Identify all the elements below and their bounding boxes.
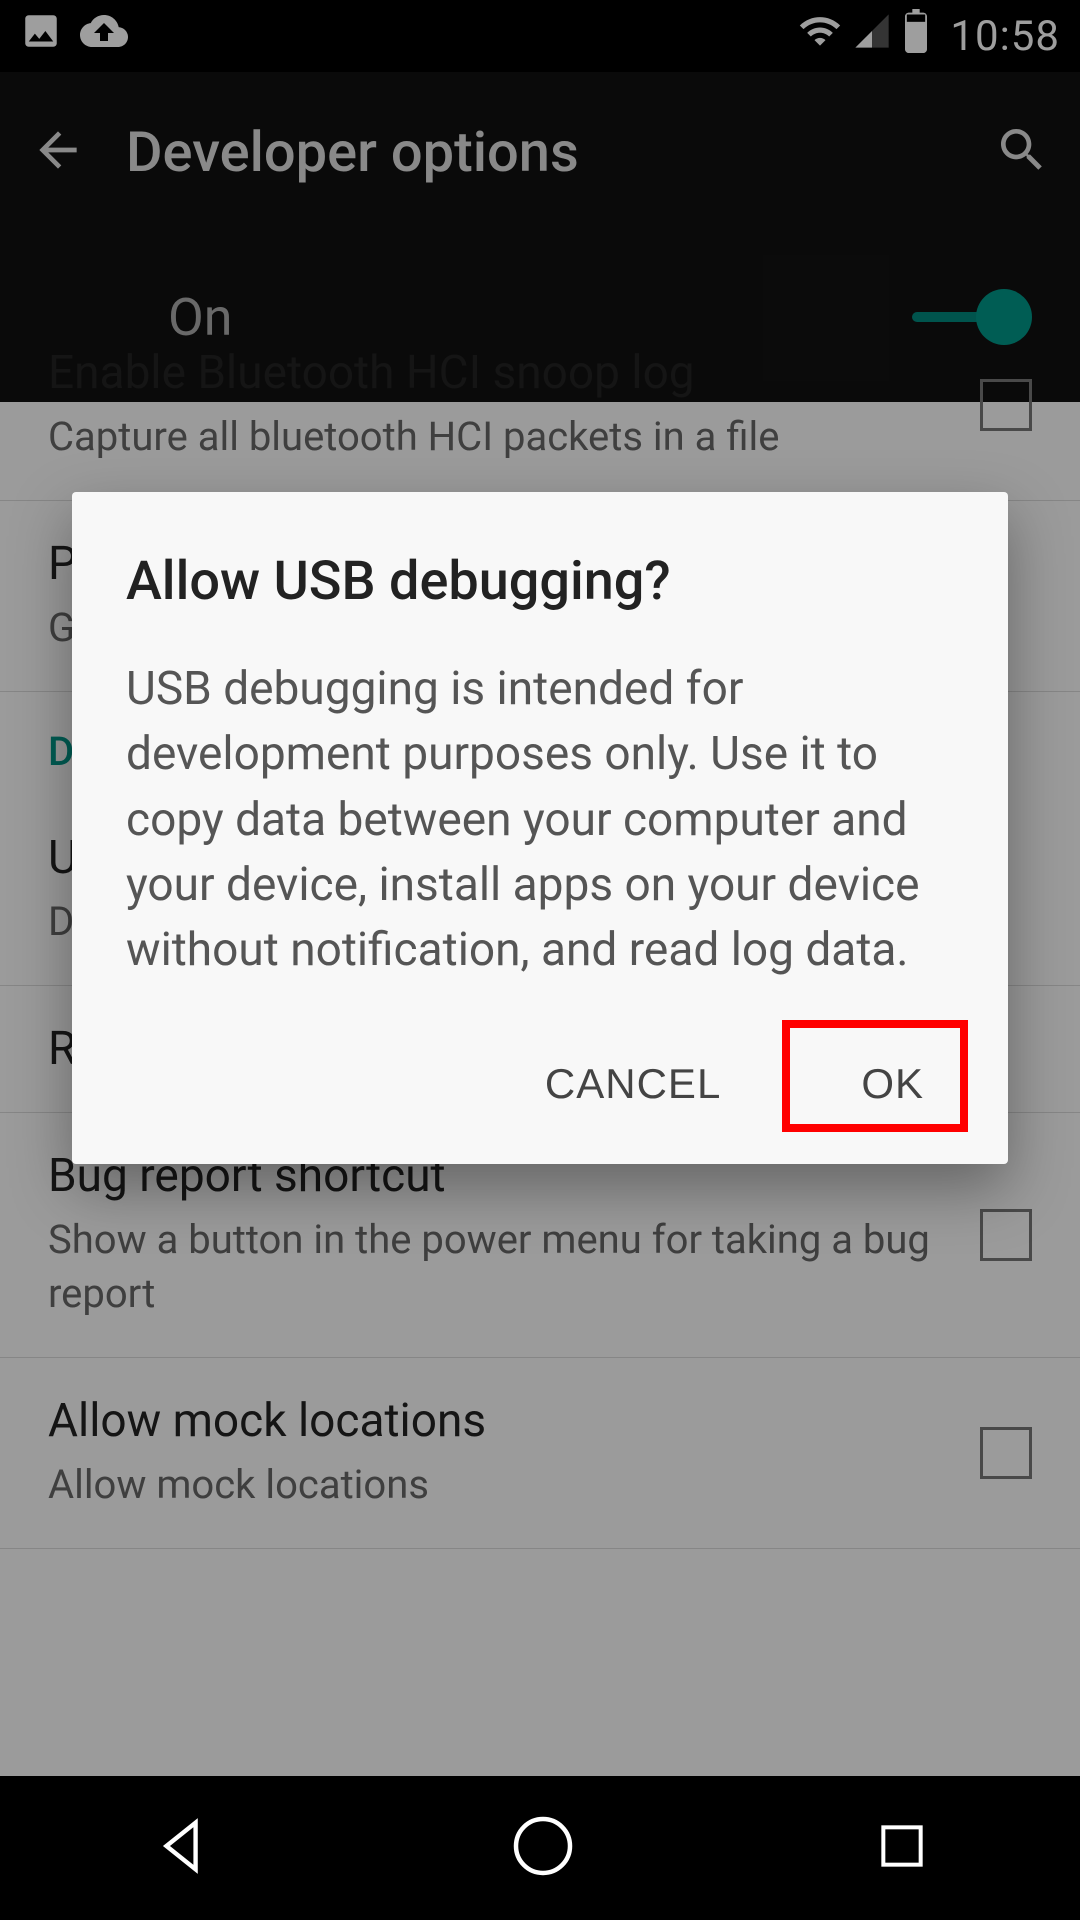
nav-back-icon[interactable] [146,1811,216,1885]
screen: 10:58 Developer options On Enable Blueto… [0,0,1080,1920]
cancel-button[interactable]: CANCEL [515,1044,751,1124]
highlight-annotation [782,1020,968,1132]
usb-debugging-dialog: Allow USB debugging? USB debugging is in… [72,492,1008,1164]
nav-recents-icon[interactable] [870,1814,934,1882]
dialog-title: Allow USB debugging? [126,550,954,613]
nav-bar [0,1776,1080,1920]
nav-home-icon[interactable] [507,1810,579,1886]
dialog-body: USB debugging is intended for developmen… [126,657,954,984]
